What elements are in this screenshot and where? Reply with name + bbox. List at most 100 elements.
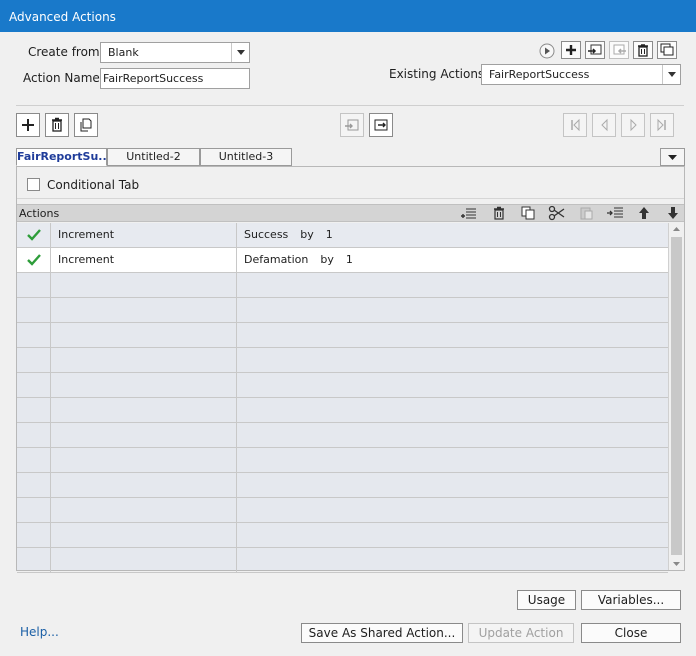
row-status-cell[interactable] — [17, 298, 51, 322]
row-parameters-cell[interactable]: Success by 1 — [237, 223, 668, 247]
close-button[interactable]: Close — [581, 623, 681, 643]
trash-icon[interactable] — [491, 205, 507, 221]
row-action-cell[interactable] — [51, 398, 237, 422]
last-tab-button[interactable] — [650, 113, 674, 137]
empty-row[interactable] — [17, 473, 668, 498]
row-status-cell[interactable] — [17, 273, 51, 297]
row-action-cell[interactable] — [51, 373, 237, 397]
save-as-shared-action-button[interactable]: Save As Shared Action... — [301, 623, 463, 643]
action-name-input[interactable]: FairReportSuccess — [100, 68, 250, 89]
move-left-button[interactable] — [340, 113, 364, 137]
row-parameters-cell[interactable] — [237, 473, 668, 497]
next-tab-button[interactable] — [621, 113, 645, 137]
previous-tab-button[interactable] — [592, 113, 616, 137]
row-action-cell[interactable] — [51, 523, 237, 547]
add-action-button[interactable] — [561, 41, 581, 59]
arrow-up-icon[interactable] — [636, 205, 652, 221]
row-status-cell[interactable] — [17, 498, 51, 522]
empty-row[interactable] — [17, 323, 668, 348]
usage-button[interactable]: Usage — [517, 590, 576, 610]
row-status-cell[interactable] — [17, 323, 51, 347]
row-action-cell[interactable] — [51, 298, 237, 322]
row-parameters-cell[interactable] — [237, 398, 668, 422]
row-parameters-cell[interactable]: Defamation by 1 — [237, 248, 668, 272]
row-parameters-cell[interactable] — [237, 498, 668, 522]
empty-row[interactable] — [17, 498, 668, 523]
row-status-cell[interactable] — [17, 473, 51, 497]
tab-fairreportsuccess[interactable]: FairReportSu... — [16, 148, 111, 166]
row-status-cell[interactable] — [17, 248, 51, 272]
empty-row[interactable] — [17, 348, 668, 373]
row-parameters-cell[interactable] — [237, 348, 668, 372]
row-parameters-cell[interactable] — [237, 523, 668, 547]
create-from-select[interactable]: Blank — [100, 42, 250, 63]
import-action-button[interactable] — [585, 41, 605, 59]
row-parameters-cell[interactable] — [237, 373, 668, 397]
arrow-down-icon[interactable] — [665, 205, 681, 221]
empty-row[interactable] — [17, 523, 668, 548]
scroll-up-icon — [673, 227, 680, 231]
indent-icon[interactable] — [606, 205, 624, 221]
empty-row[interactable] — [17, 373, 668, 398]
row-action-cell[interactable] — [51, 323, 237, 347]
add-tab-button[interactable] — [16, 113, 40, 137]
preview-play-icon[interactable] — [539, 43, 555, 59]
action-amount: 1 — [345, 253, 353, 266]
row-parameters-cell[interactable] — [237, 423, 668, 447]
row-status-cell[interactable] — [17, 523, 51, 547]
existing-actions-select[interactable]: FairReportSuccess — [481, 64, 681, 85]
row-status-cell[interactable] — [17, 448, 51, 472]
row-parameters-cell[interactable] — [237, 323, 668, 347]
action-name-label: Action Name: — [23, 71, 104, 85]
row-action-cell[interactable] — [51, 548, 237, 572]
paste-icon[interactable] — [578, 205, 594, 221]
delete-action-button[interactable] — [633, 41, 653, 59]
row-status-cell[interactable] — [17, 423, 51, 447]
export-action-button[interactable] — [609, 41, 629, 59]
move-right-button[interactable] — [369, 113, 393, 137]
action-row[interactable]: Increment Success by 1 — [17, 223, 668, 248]
action-row[interactable]: Increment Defamation by 1 — [17, 248, 668, 273]
copy-icon[interactable] — [520, 205, 536, 221]
row-status-cell[interactable] — [17, 398, 51, 422]
row-action-cell[interactable] — [51, 273, 237, 297]
row-status-cell[interactable] — [17, 373, 51, 397]
update-action-button[interactable]: Update Action — [468, 623, 574, 643]
row-action-cell[interactable] — [51, 448, 237, 472]
scissors-icon[interactable] — [548, 205, 566, 221]
row-parameters-cell[interactable] — [237, 298, 668, 322]
help-link[interactable]: Help... — [20, 625, 59, 639]
row-action-cell[interactable] — [51, 348, 237, 372]
row-action-cell[interactable] — [51, 473, 237, 497]
scrollbar-thumb[interactable] — [671, 237, 682, 555]
delete-tab-button[interactable] — [45, 113, 69, 137]
row-parameters-cell[interactable] — [237, 548, 668, 572]
row-action-cell[interactable] — [51, 423, 237, 447]
row-status-cell[interactable] — [17, 223, 51, 247]
tab-list-dropdown[interactable] — [660, 148, 685, 166]
row-status-cell[interactable] — [17, 348, 51, 372]
conditional-tab-checkbox[interactable] — [27, 178, 40, 191]
empty-row[interactable] — [17, 448, 668, 473]
first-tab-button[interactable] — [563, 113, 587, 137]
row-parameters-cell[interactable] — [237, 448, 668, 472]
empty-row[interactable] — [17, 548, 668, 573]
vertical-scrollbar[interactable] — [668, 223, 684, 570]
tab-untitled-3[interactable]: Untitled-3 — [200, 148, 292, 166]
duplicate-action-button[interactable] — [657, 41, 677, 59]
row-action-cell[interactable]: Increment — [51, 248, 237, 272]
row-status-cell[interactable] — [17, 548, 51, 572]
row-action-cell[interactable]: Increment — [51, 223, 237, 247]
row-parameters-cell[interactable] — [237, 273, 668, 297]
empty-row[interactable] — [17, 298, 668, 323]
export-icon — [374, 119, 388, 131]
tab-untitled-2[interactable]: Untitled-2 — [107, 148, 200, 166]
empty-row[interactable] — [17, 423, 668, 448]
variables-button[interactable]: Variables... — [581, 590, 681, 610]
row-action-cell[interactable] — [51, 498, 237, 522]
insert-row-icon[interactable] — [460, 205, 478, 221]
duplicate-tab-button[interactable] — [74, 113, 98, 137]
empty-row[interactable] — [17, 273, 668, 298]
empty-row[interactable] — [17, 398, 668, 423]
first-icon — [571, 118, 580, 132]
